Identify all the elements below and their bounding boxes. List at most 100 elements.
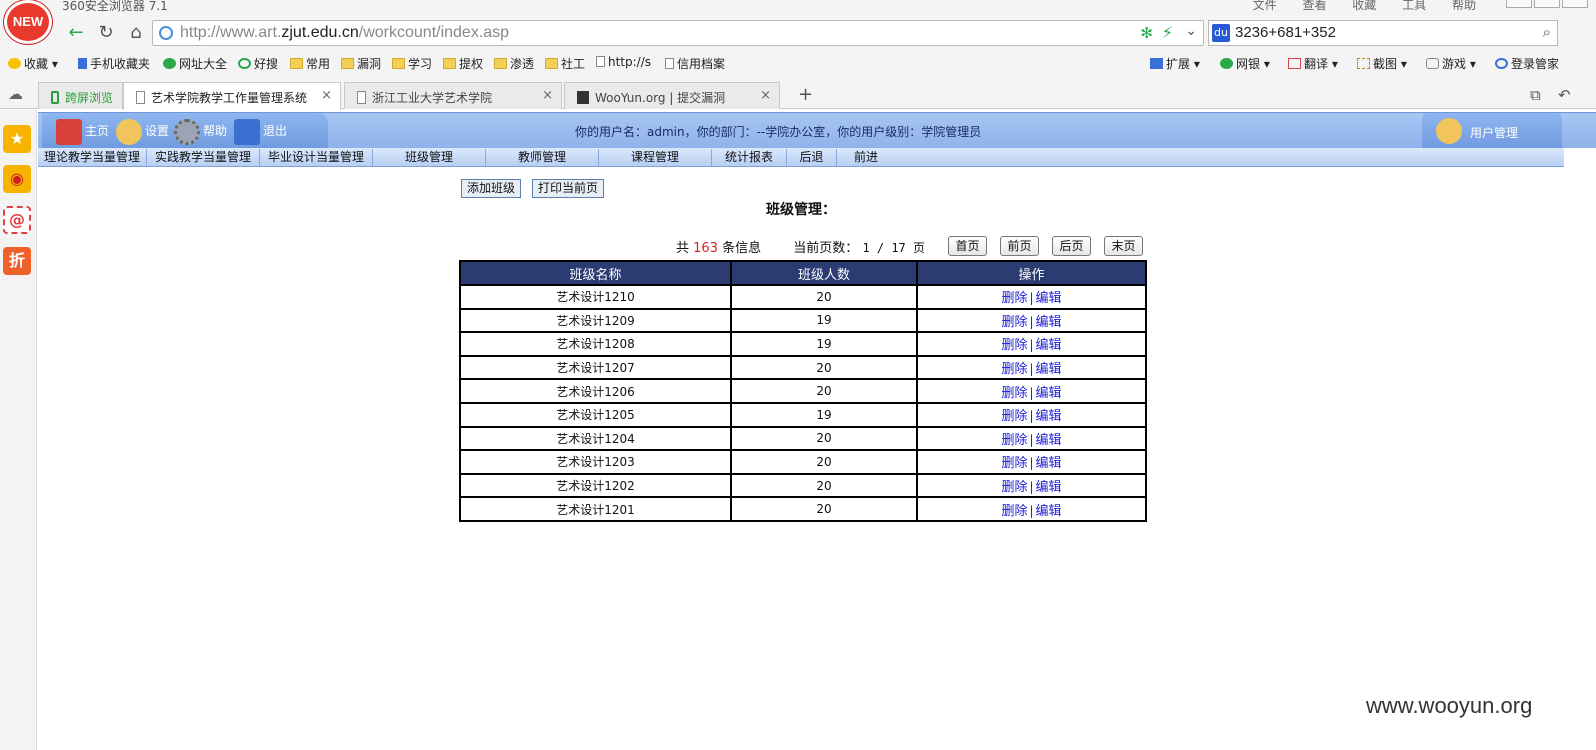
delete-link[interactable]: 删除 — [1001, 456, 1027, 471]
menu-teacher-management[interactable]: 教师管理 — [486, 149, 599, 166]
menu-theory-teaching[interactable]: 理论教学当量管理 — [38, 149, 147, 166]
bookmark-mobile[interactable]: 手机收藏夹 — [78, 55, 150, 72]
toolbar-login-manager[interactable]: 登录管家 — [1495, 55, 1559, 72]
bookmark-folder-pentest[interactable]: 渗透 — [494, 55, 534, 72]
action-separator: | — [1029, 338, 1034, 353]
search-engine-icon[interactable]: du — [1212, 24, 1230, 42]
prev-page-button[interactable]: 前页 — [1000, 236, 1039, 256]
delete-link[interactable]: 删除 — [1001, 362, 1027, 377]
menu-back[interactable]: 后退 — [787, 149, 837, 166]
tab-workload-system[interactable]: 艺术学院教学工作量管理系统 × — [123, 82, 341, 110]
delete-link[interactable]: 删除 — [1001, 386, 1027, 401]
table-row: 艺术设计1210 20 删除 | 编辑 — [459, 284, 1147, 310]
action-separator: | — [1029, 362, 1034, 377]
menu-class-management[interactable]: 班级管理 — [373, 149, 486, 166]
search-box[interactable]: du 3236+681+352 ⌕ — [1208, 20, 1558, 46]
add-class-button[interactable]: 添加班级 — [461, 179, 522, 198]
close-tab-icon[interactable]: × — [760, 88, 771, 103]
bookmark-http[interactable]: http://s — [596, 55, 651, 69]
bookmark-credit[interactable]: 信用档案 — [665, 55, 725, 72]
close-tab-icon[interactable]: × — [542, 88, 553, 103]
bookmark-folder-common[interactable]: 常用 — [290, 55, 330, 72]
nav-home[interactable]: 主页 — [56, 117, 109, 145]
edit-link[interactable]: 编辑 — [1036, 386, 1062, 401]
menu-statistics[interactable]: 统计报表 — [712, 149, 787, 166]
bookmark-sites[interactable]: 网址大全 — [163, 55, 227, 72]
next-page-button[interactable]: 后页 — [1052, 236, 1091, 256]
edit-link[interactable]: 编辑 — [1036, 480, 1062, 495]
delete-link[interactable]: 删除 — [1001, 433, 1027, 448]
first-page-button[interactable]: 首页 — [948, 236, 987, 256]
print-page-button[interactable]: 打印当前页 — [532, 179, 605, 198]
action-separator: | — [1029, 456, 1034, 471]
search-icon[interactable]: ⌕ — [1543, 23, 1551, 41]
back-arrow-icon[interactable]: ← — [64, 21, 88, 45]
close-window-button[interactable] — [1562, 0, 1588, 8]
toolbar-extensions[interactable]: 扩展 ▾ — [1150, 55, 1200, 72]
bookmark-folder-privilege[interactable]: 提权 — [443, 55, 483, 72]
nav-help[interactable]: 帮助 — [174, 117, 227, 145]
menu-course-management[interactable]: 课程管理 — [599, 149, 712, 166]
menu-practice-teaching[interactable]: 实践教学当量管理 — [147, 149, 260, 166]
toolbar-games[interactable]: 游戏 ▾ — [1426, 55, 1476, 72]
edit-link[interactable]: 编辑 — [1036, 456, 1062, 471]
menu-forward[interactable]: 前进 — [837, 149, 895, 166]
users-icon — [1436, 118, 1462, 144]
bookmark-folder-social[interactable]: 社工 — [545, 55, 585, 72]
weibo-icon[interactable]: ◉ — [3, 165, 31, 193]
delete-link[interactable]: 删除 — [1001, 504, 1027, 519]
delete-link[interactable]: 删除 — [1001, 480, 1027, 495]
speed-mode-icon[interactable]: ⚡ — [1162, 23, 1173, 42]
delete-link[interactable]: 删除 — [1001, 338, 1027, 353]
star-icon[interactable]: ★ — [3, 125, 31, 153]
address-url[interactable]: http://www.art.zjut.edu.cn/workcount/ind… — [180, 24, 509, 42]
bookmark-folder-study[interactable]: 学习 — [392, 55, 432, 72]
mail-icon[interactable]: @ — [3, 206, 31, 234]
bookmark-folder-vuln[interactable]: 漏洞 — [341, 55, 381, 72]
tab-wooyun[interactable]: WooYun.org | 提交漏洞 × — [564, 82, 780, 109]
class-size-cell: 20 — [730, 354, 918, 381]
home-icon[interactable]: ⌂ — [124, 21, 148, 45]
toolbar-screenshot[interactable]: 截图 ▾ — [1357, 55, 1407, 72]
minimize-button[interactable] — [1506, 0, 1532, 8]
class-name-cell: 艺术设计1203 — [459, 449, 732, 475]
cloud-icon[interactable]: ☁ — [8, 85, 23, 103]
delete-link[interactable]: 删除 — [1001, 315, 1027, 330]
bookmark-favorites[interactable]: 收藏 ▾ — [8, 55, 58, 72]
edit-link[interactable]: 编辑 — [1036, 433, 1062, 448]
user-management-button[interactable]: 用户管理 — [1422, 113, 1562, 149]
tab-cross-screen[interactable]: 跨屏浏览 — [38, 82, 123, 109]
close-tab-icon[interactable]: × — [321, 88, 332, 103]
menu-favorites[interactable]: 收藏 — [1352, 0, 1376, 12]
restore-tabs-icon[interactable]: ⧉ — [1530, 86, 1541, 104]
search-input[interactable]: 3236+681+352 — [1235, 24, 1336, 41]
new-tab-icon[interactable]: + — [798, 84, 813, 105]
edit-link[interactable]: 编辑 — [1036, 291, 1062, 306]
bookmark-haosou[interactable]: 好搜 — [238, 55, 278, 72]
toolbar-banking[interactable]: 网银 ▾ — [1220, 55, 1270, 72]
edit-link[interactable]: 编辑 — [1036, 362, 1062, 377]
toolbar-translate[interactable]: 翻译 ▾ — [1288, 55, 1338, 72]
class-size-cell: 20 — [730, 472, 918, 499]
chevron-down-icon[interactable]: ⌄ — [1185, 23, 1197, 39]
menu-view[interactable]: 查看 — [1302, 0, 1326, 12]
edit-link[interactable]: 编辑 — [1036, 315, 1062, 330]
tab-art-college[interactable]: 浙江工业大学艺术学院 × — [344, 82, 562, 109]
menu-graduation-design[interactable]: 毕业设计当量管理 — [260, 149, 373, 166]
menu-help[interactable]: 帮助 — [1452, 0, 1476, 12]
edit-link[interactable]: 编辑 — [1036, 409, 1062, 424]
menu-tools[interactable]: 工具 — [1402, 0, 1426, 12]
undo-close-icon[interactable]: ↶ — [1558, 86, 1571, 104]
maximize-button[interactable] — [1534, 0, 1560, 8]
nav-settings[interactable]: 设置 — [116, 117, 169, 145]
delete-link[interactable]: 删除 — [1001, 409, 1027, 424]
last-page-button[interactable]: 末页 — [1104, 236, 1143, 256]
delete-link[interactable]: 删除 — [1001, 291, 1027, 306]
refresh-icon[interactable]: ↻ — [94, 21, 118, 45]
edit-link[interactable]: 编辑 — [1036, 504, 1062, 519]
menu-file[interactable]: 文件 — [1253, 0, 1277, 12]
nav-logout[interactable]: 退出 — [234, 117, 287, 145]
edit-link[interactable]: 编辑 — [1036, 338, 1062, 353]
discount-icon[interactable]: 折 — [3, 247, 31, 275]
address-bar[interactable]: http://www.art.zjut.edu.cn/workcount/ind… — [152, 20, 1204, 46]
